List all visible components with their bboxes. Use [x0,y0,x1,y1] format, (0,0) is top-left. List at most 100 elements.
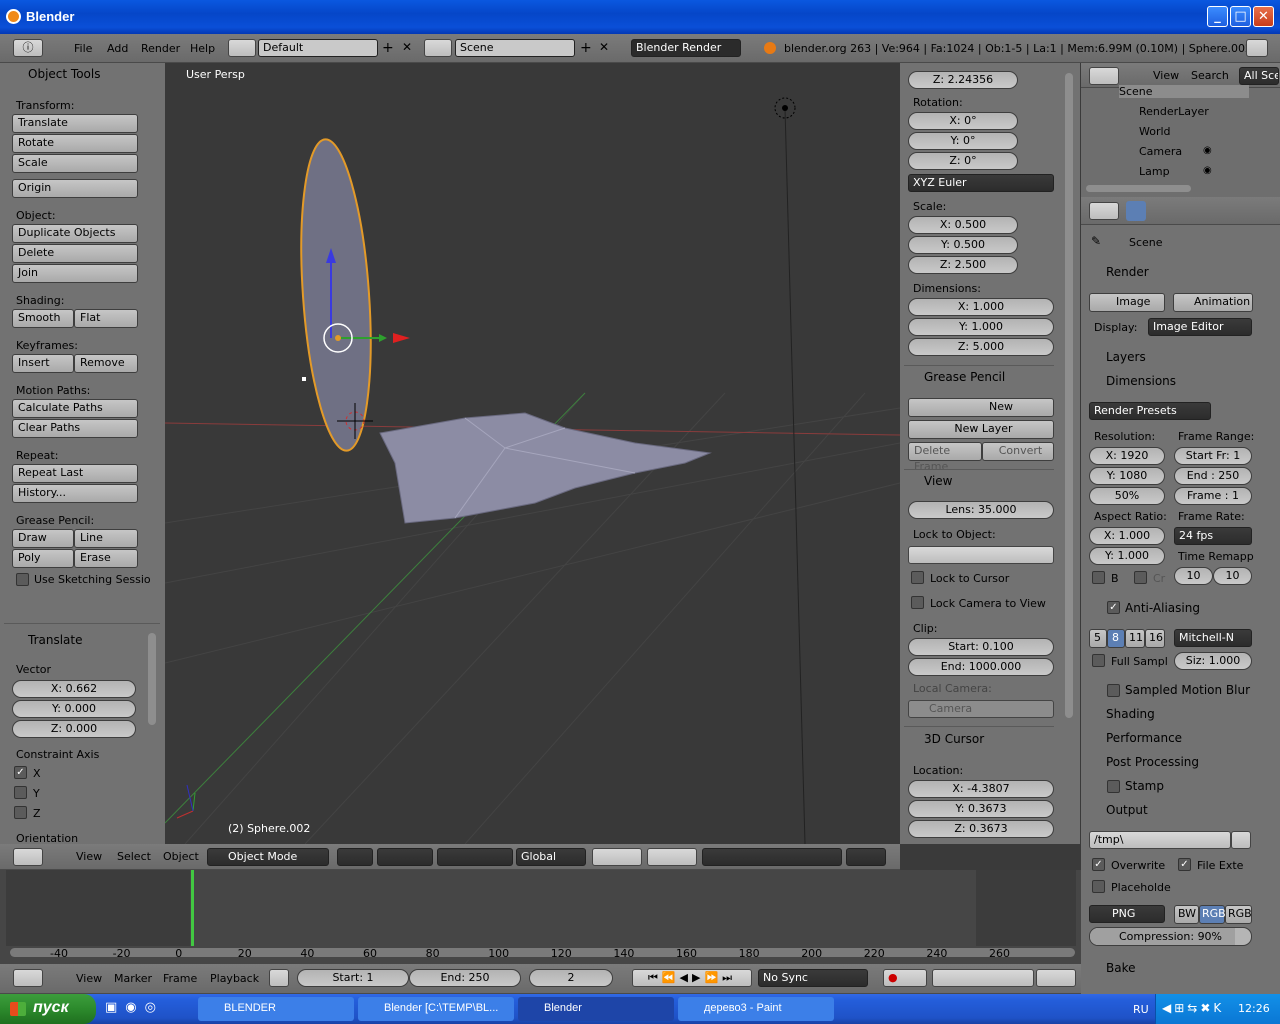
file-format-select[interactable]: PNG [1089,905,1165,923]
resolution-x-field[interactable]: X: 1920 [1089,447,1165,465]
motion-blur-panel-title[interactable]: Sampled Motion Blur [1125,683,1250,697]
fullscreen-icon[interactable] [1246,39,1268,57]
constraint-x-checkbox[interactable]: ✓ [14,766,27,779]
dimension-x-field[interactable]: X: 1.000 [908,298,1054,316]
translate-button[interactable]: Translate [12,114,138,133]
render-animation-button[interactable]: Animation [1173,293,1253,312]
render-image-button[interactable]: Image [1089,293,1165,312]
tool-shelf-scrollbar[interactable] [148,633,156,725]
aa-5-button[interactable]: 5 [1089,629,1107,648]
keyframe-buttons[interactable] [1036,969,1076,987]
gp-delete-frame-button[interactable]: Delete Frame [908,442,982,473]
clip-end-field[interactable]: End: 1000.000 [908,658,1054,676]
close-button[interactable]: ✕ [1253,6,1274,27]
outliner-item-camera[interactable]: Camera [1139,145,1182,158]
aa-8-button[interactable]: 8 [1107,629,1125,648]
sketching-checkbox[interactable] [16,573,29,586]
eye-icon[interactable]: ◉ [1203,165,1212,176]
cursor-x-field[interactable]: X: -4.3807 [908,780,1054,798]
orientation-select[interactable]: Global [516,848,586,866]
performance-panel-title[interactable]: Performance [1094,731,1182,745]
color-bw-button[interactable]: BW [1174,905,1199,924]
vector-z-field[interactable]: Z: 0.000 [12,720,136,738]
view-panel-title[interactable]: View [912,474,952,488]
remove-scene-icon[interactable]: ✕ [599,40,609,54]
folder-icon[interactable] [1231,831,1251,849]
render-tab-icon[interactable] [1126,201,1146,221]
history-button[interactable]: History... [12,484,138,503]
playback-controls[interactable]: ⏮⏪◀▶⏩⏭ [632,969,752,987]
layer-buttons-2[interactable] [647,848,697,866]
task-blender-folder[interactable]: BLENDER [198,997,354,1021]
crop-checkbox[interactable] [1134,571,1147,584]
editor-type-button[interactable]: ⓘ [13,39,43,57]
start-frame-field[interactable]: Start Fr: 1 [1174,447,1252,465]
motion-blur-checkbox[interactable] [1107,684,1120,697]
insert-key-button[interactable]: Insert [12,354,74,373]
smooth-button[interactable]: Smooth [12,309,74,328]
object-tools-title[interactable]: Object Tools [16,67,100,81]
location-z-field[interactable]: Z: 2.24356 [908,71,1018,89]
timeline[interactable]: -40 -20 0 20 40 60 80 100 120 140 160 180 200 220 240 2… [0,870,1081,964]
render-panel-title[interactable]: Render [1094,265,1149,279]
vector-x-field[interactable]: X: 0.662 [12,680,136,698]
3d-cursor-panel-title[interactable]: 3D Cursor [912,732,984,746]
preview-range-icon[interactable] [269,969,289,987]
menu-render[interactable]: Render [141,42,180,55]
display-select[interactable]: Image Editor [1148,318,1252,336]
outliner-item-renderlayer[interactable]: RenderLayer [1139,105,1209,118]
outliner-view-menu[interactable]: View [1153,69,1179,82]
gp-new-button[interactable]: New [908,398,1054,417]
manipulator-buttons[interactable] [437,848,513,866]
placeholders-checkbox[interactable] [1092,880,1105,893]
timeline-marker-menu[interactable]: Marker [114,972,152,985]
3d-viewport[interactable]: User Persp (2) Sphere.002 [165,63,900,844]
outliner-item-world[interactable]: World [1139,125,1171,138]
properties-scrollbar[interactable] [1065,73,1073,718]
fps-select[interactable]: 24 fps [1174,527,1252,545]
anti-aliasing-checkbox[interactable]: ✓ [1107,601,1120,614]
cursor-y-field[interactable]: Y: 0.3673 [908,800,1054,818]
start-frame-input[interactable]: Start: 1 [297,969,409,987]
outliner-item-scene[interactable]: Scene [1119,85,1249,98]
rotation-z-field[interactable]: Z: 0° [908,152,1018,170]
aspect-y-field[interactable]: Y: 1.000 [1089,547,1165,565]
3d-view-menu[interactable]: View [76,850,102,863]
stamp-panel-title[interactable]: Stamp [1125,779,1164,793]
scale-y-field[interactable]: Y: 0.500 [908,236,1018,254]
task-paint[interactable]: дерево3 - Paint [678,997,834,1021]
add-scene-icon[interactable]: + [580,40,592,56]
task-blender-temp[interactable]: Blender [C:\TEMP\BL... [358,997,514,1021]
task-blender-active[interactable]: Blender [518,997,674,1021]
dimension-z-field[interactable]: Z: 5.000 [908,338,1054,356]
gp-erase-button[interactable]: Erase [74,549,138,568]
remove-layout-icon[interactable]: ✕ [402,40,412,54]
aspect-x-field[interactable]: X: 1.000 [1089,527,1165,545]
aa-11-button[interactable]: 11 [1125,629,1145,648]
add-layout-icon[interactable]: + [382,40,394,56]
current-frame-indicator[interactable] [191,870,194,946]
aa-size-field[interactable]: Siz: 1.000 [1174,652,1252,670]
output-panel-title[interactable]: Output [1094,803,1148,817]
gp-line-button[interactable]: Line [74,529,138,548]
repeat-last-button[interactable]: Repeat Last [12,464,138,483]
end-frame-field[interactable]: End : 250 [1174,467,1252,485]
color-rgba-button[interactable]: RGB [1225,905,1252,924]
mode-select[interactable]: Object Mode [207,848,329,866]
full-sample-checkbox[interactable] [1092,654,1105,667]
timeline-view-menu[interactable]: View [76,972,102,985]
current-frame-input[interactable]: 2 [529,969,613,987]
pivot-select[interactable] [377,848,433,866]
scene-field[interactable]: Scene [455,39,575,57]
gp-draw-button[interactable]: Draw [12,529,74,548]
scale-button[interactable]: Scale [12,154,138,173]
screen-layout-icon[interactable] [228,39,256,57]
maximize-button[interactable]: □ [1230,6,1251,27]
properties-editor-icon[interactable] [1089,202,1119,220]
quicklaunch-icons[interactable]: ▣◉◎ [105,1000,195,1018]
lock-camera-checkbox[interactable] [911,596,924,609]
resolution-percent-field[interactable]: 50% [1089,487,1165,505]
window-titlebar[interactable]: Blender _ □ ✕ [0,0,1280,34]
outliner-filter-select[interactable]: All Sce [1239,67,1279,85]
aa-filter-select[interactable]: Mitchell-N [1174,629,1252,647]
